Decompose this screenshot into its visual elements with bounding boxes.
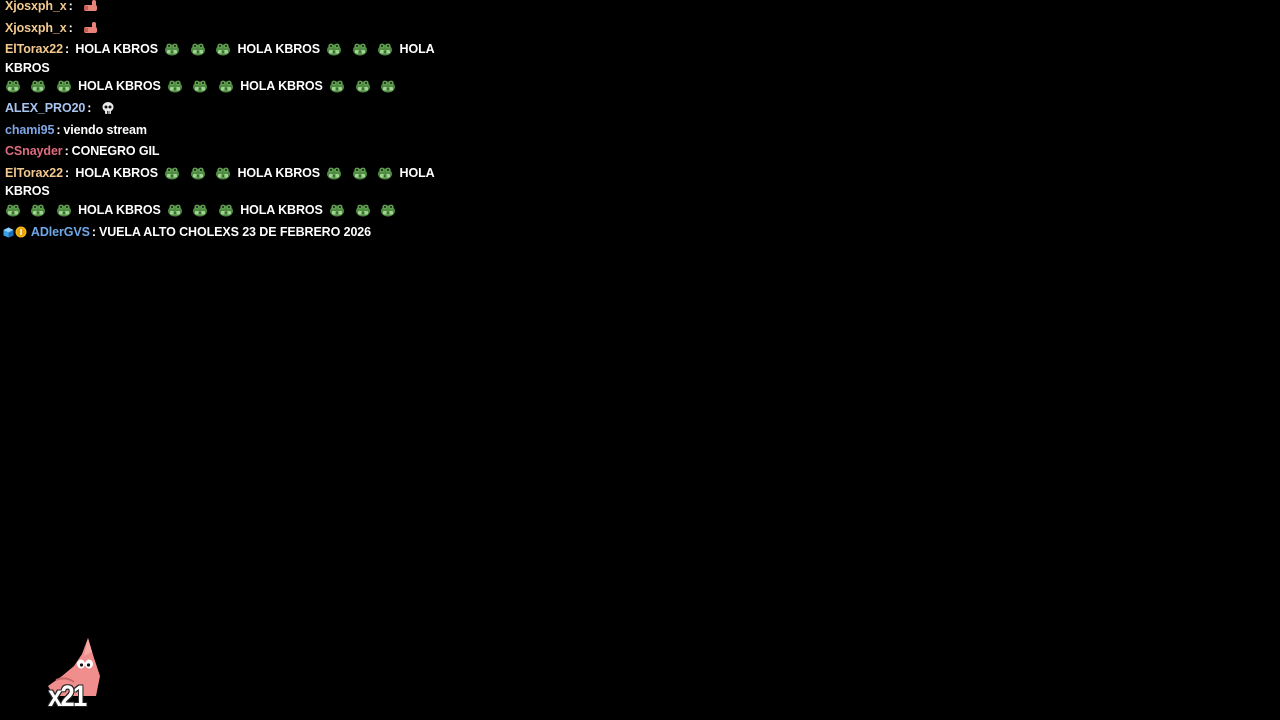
cube-badge bbox=[3, 227, 14, 238]
frog-money-emote bbox=[329, 79, 345, 93]
gold-coin-badge bbox=[15, 226, 27, 238]
chat-separator: : bbox=[91, 224, 96, 239]
chat-message: Xjosxph_x: bbox=[5, 19, 445, 37]
chat-username[interactable]: chami95 bbox=[5, 123, 54, 137]
chat-text: HOLA KBROS bbox=[237, 42, 321, 56]
frog-money-emote bbox=[167, 203, 183, 217]
chat-text: HOLA KBROS bbox=[75, 42, 158, 56]
frog-money-emote bbox=[30, 203, 46, 217]
chat-text: HOLA KBROS bbox=[237, 165, 321, 180]
chat-username[interactable]: ALEX_PRO20 bbox=[5, 101, 85, 115]
frog-money-emote bbox=[377, 42, 393, 56]
frog-money-emote bbox=[190, 166, 206, 180]
frog-money-emote bbox=[167, 79, 183, 93]
frog-money-emote bbox=[329, 203, 345, 217]
frog-money-emote bbox=[190, 42, 206, 56]
chat-separator: : bbox=[68, 20, 73, 35]
finger-pointing-emote bbox=[82, 0, 100, 13]
frog-money-emote bbox=[56, 79, 72, 93]
chat-feed: Xjosxph_x: Xjosxph_x: ElTorax22: HOLA KB… bbox=[3, 0, 445, 244]
frog-money-emote bbox=[5, 203, 21, 217]
emote-combo-count: x21 bbox=[48, 680, 87, 713]
chat-separator: : bbox=[56, 122, 61, 137]
chat-message: ALEX_PRO20: bbox=[5, 99, 445, 117]
frog-money-emote bbox=[56, 203, 72, 217]
chat-separator: : bbox=[64, 42, 70, 56]
chat-message: ElTorax22: HOLA KBROS HOLA KBROS HOLA KB… bbox=[5, 164, 445, 220]
frog-money-emote bbox=[218, 79, 234, 93]
frog-money-emote bbox=[355, 203, 371, 217]
frog-money-emote bbox=[5, 79, 21, 93]
frog-money-emote bbox=[326, 42, 342, 56]
chat-message: Xjosxph_x: bbox=[5, 0, 445, 15]
chat-message: CSnayder: CONEGRO GIL bbox=[5, 142, 445, 160]
skull-emote bbox=[101, 101, 115, 115]
chat-separator: : bbox=[64, 165, 70, 180]
frog-money-emote bbox=[215, 166, 231, 180]
frog-money-emote bbox=[192, 203, 208, 217]
chat-username[interactable]: ADlerGVS bbox=[31, 225, 90, 239]
frog-money-emote bbox=[355, 79, 371, 93]
frog-money-emote bbox=[164, 166, 180, 180]
frog-money-emote bbox=[218, 203, 234, 217]
frog-money-emote bbox=[326, 166, 342, 180]
frog-money-emote bbox=[352, 42, 368, 56]
chat-text: HOLA KBROS bbox=[75, 165, 158, 180]
chat-username[interactable]: ElTorax22 bbox=[5, 166, 63, 180]
frog-money-emote bbox=[192, 79, 208, 93]
frog-money-emote bbox=[380, 203, 396, 217]
frog-money-emote bbox=[215, 42, 231, 56]
chat-text: viendo stream bbox=[63, 122, 147, 137]
frog-money-emote bbox=[352, 166, 368, 180]
chat-username[interactable]: ElTorax22 bbox=[5, 42, 63, 56]
frog-money-emote bbox=[30, 79, 46, 93]
chat-text: HOLA KBROS bbox=[240, 202, 323, 217]
chat-separator: : bbox=[64, 144, 69, 158]
chat-separator: : bbox=[87, 101, 92, 115]
chat-text: HOLA KBROS bbox=[240, 79, 323, 93]
chat-username[interactable]: Xjosxph_x bbox=[5, 21, 67, 35]
chat-message: ADlerGVS: VUELA ALTO CHOLEXS 23 DE FEBRER… bbox=[3, 223, 445, 241]
frog-money-emote bbox=[380, 79, 396, 93]
chat-separator: : bbox=[68, 0, 73, 13]
frog-money-emote bbox=[377, 166, 393, 180]
frog-money-emote bbox=[164, 42, 180, 56]
chat-text: CONEGRO GIL bbox=[71, 144, 160, 158]
chat-username[interactable]: CSnayder bbox=[5, 144, 63, 158]
chat-text: HOLA KBROS bbox=[78, 79, 161, 93]
finger-pointing-emote bbox=[82, 21, 100, 35]
chat-text: VUELA ALTO CHOLEXS 23 DE FEBRERO 2026 bbox=[98, 224, 372, 239]
chat-message: chami95: viendo stream bbox=[5, 121, 445, 139]
chat-text: HOLA KBROS bbox=[78, 202, 161, 217]
chat-username[interactable]: Xjosxph_x bbox=[5, 0, 67, 13]
chat-message: ElTorax22: HOLA KBROS HOLA KBROS HOLA KB… bbox=[5, 40, 445, 96]
